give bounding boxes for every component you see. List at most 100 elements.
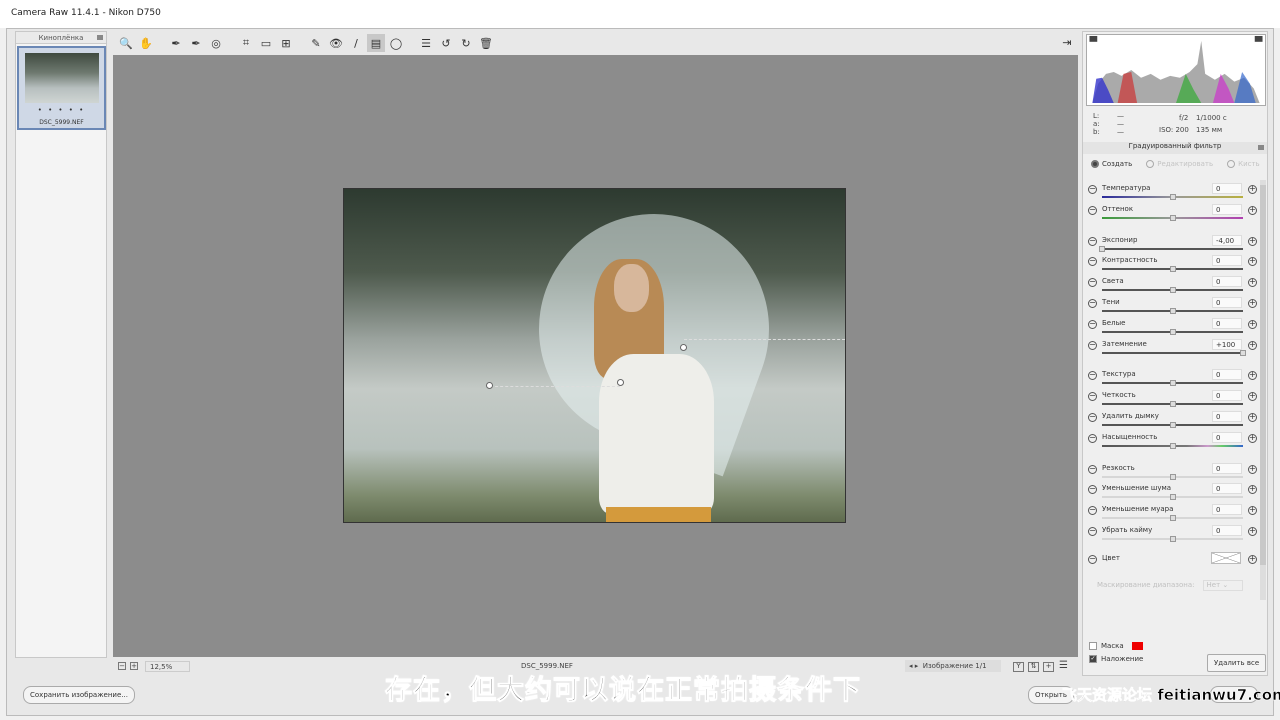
hand-icon[interactable]: ✋ xyxy=(137,34,155,52)
plus-icon[interactable]: + xyxy=(1248,433,1257,443)
slider-value-input[interactable]: 0 xyxy=(1212,525,1242,536)
plus-icon[interactable]: + xyxy=(1248,236,1257,246)
fullscreen-toggle-icon[interactable]: ⇥ xyxy=(1058,33,1076,51)
plus-icon[interactable]: + xyxy=(1248,299,1257,308)
plus-icon[interactable]: + xyxy=(1248,340,1257,350)
slider-thumb[interactable] xyxy=(1169,536,1176,542)
overlay-checkbox[interactable]: ✓ xyxy=(1089,655,1097,663)
slider-value-input[interactable]: 0 xyxy=(1212,431,1242,443)
minus-icon[interactable]: − xyxy=(1088,371,1097,381)
plus-icon[interactable]: + xyxy=(1248,464,1257,474)
range-mask-select[interactable]: Нет ⌄ xyxy=(1202,580,1243,591)
minus-icon[interactable]: − xyxy=(1088,485,1097,495)
zoom-in-button[interactable]: + xyxy=(130,662,138,670)
slider-value-input[interactable]: 0 xyxy=(1212,369,1242,381)
slider-value-input[interactable]: 0 xyxy=(1212,411,1242,422)
adjustment-brush-icon[interactable]: / xyxy=(347,34,365,52)
plus-icon[interactable]: + xyxy=(1248,278,1257,288)
slider-thumb[interactable] xyxy=(1169,287,1176,294)
zoom-level-select[interactable]: 12,5% xyxy=(145,661,190,672)
minus-icon[interactable]: − xyxy=(1088,555,1097,564)
minus-icon[interactable]: − xyxy=(1088,392,1097,402)
mask-color-swatch[interactable] xyxy=(1131,642,1143,650)
swap-before-after-icon[interactable]: ⇅ xyxy=(1028,662,1039,672)
gradient-start-handle[interactable] xyxy=(486,382,493,389)
save-image-button[interactable]: Сохранить изображение... xyxy=(23,686,135,704)
slider-value-input[interactable]: 0 xyxy=(1212,297,1242,308)
mode-radio-2[interactable]: Кисть xyxy=(1227,160,1260,168)
minus-icon[interactable]: − xyxy=(1088,236,1097,246)
plus-icon[interactable]: + xyxy=(1248,257,1257,267)
rating-dots[interactable]: • • • • • xyxy=(19,106,104,114)
minus-icon[interactable]: − xyxy=(1088,506,1097,516)
minus-icon[interactable]: − xyxy=(1088,278,1097,288)
slider-thumb[interactable] xyxy=(1169,422,1176,428)
toggle-settings-icon[interactable]: ☰ xyxy=(1059,660,1068,671)
slider-value-input[interactable]: 0 xyxy=(1212,462,1242,474)
copy-settings-icon[interactable]: + xyxy=(1043,662,1054,672)
plus-icon[interactable]: + xyxy=(1248,555,1257,564)
crop-icon[interactable]: ⌗ xyxy=(237,34,255,52)
slider-track[interactable] xyxy=(1102,351,1243,354)
minus-icon[interactable]: − xyxy=(1088,433,1097,443)
slider-thumb[interactable] xyxy=(1169,194,1176,200)
minus-icon[interactable]: − xyxy=(1088,527,1097,536)
slider-value-input[interactable]: 0 xyxy=(1212,483,1242,495)
slider-thumb[interactable] xyxy=(1099,245,1105,252)
slider-thumb[interactable] xyxy=(1240,349,1246,356)
red-eye-icon[interactable]: 👁 xyxy=(327,34,345,52)
slider-thumb[interactable] xyxy=(1169,214,1176,221)
mask-checkbox[interactable] xyxy=(1089,642,1097,650)
plus-icon[interactable]: + xyxy=(1248,527,1257,536)
plus-icon[interactable]: + xyxy=(1248,413,1257,422)
slider-thumb[interactable] xyxy=(1169,401,1176,408)
slider-thumb[interactable] xyxy=(1169,266,1176,273)
preview-photo[interactable] xyxy=(343,188,846,523)
minus-icon[interactable]: − xyxy=(1088,319,1097,329)
minus-icon[interactable]: − xyxy=(1088,464,1097,474)
slider-value-input[interactable]: 0 xyxy=(1212,276,1242,288)
white-balance-icon[interactable]: ✒ xyxy=(167,34,185,52)
image-navigator[interactable]: ◂ ▸ Изображение 1/1 xyxy=(905,660,1001,672)
slider-value-input[interactable]: +100 xyxy=(1212,338,1242,350)
slider-value-input[interactable]: 0 xyxy=(1212,183,1242,194)
mode-radio-0[interactable]: Создать xyxy=(1091,160,1132,168)
gradient-end-handle[interactable] xyxy=(680,344,687,351)
minus-icon[interactable]: − xyxy=(1088,299,1097,308)
slider-thumb[interactable] xyxy=(1169,308,1176,314)
filmstrip-thumbnail[interactable]: • • • • • DSC_5999.NEF xyxy=(17,46,106,130)
panel-scrollbar[interactable] xyxy=(1260,180,1266,600)
straighten-icon[interactable]: ▭ xyxy=(257,34,275,52)
filmstrip-menu-icon[interactable] xyxy=(97,35,103,40)
targeted-adjustment-icon[interactable]: ◎ xyxy=(207,34,225,52)
plus-icon[interactable]: + xyxy=(1248,506,1257,516)
plus-icon[interactable]: + xyxy=(1248,485,1257,495)
plus-icon[interactable]: + xyxy=(1248,185,1257,194)
plus-icon[interactable]: + xyxy=(1248,371,1257,381)
gradient-center-handle[interactable] xyxy=(617,379,624,386)
spot-removal-icon[interactable]: ✎ xyxy=(307,34,325,52)
transform-icon[interactable]: ⊞ xyxy=(277,34,295,52)
panel-menu-icon[interactable] xyxy=(1258,145,1264,150)
slider-thumb[interactable] xyxy=(1169,380,1176,387)
slider-value-input[interactable]: -4,00 xyxy=(1212,234,1242,246)
color-sampler-icon[interactable]: ✒ xyxy=(187,34,205,52)
color-swatch[interactable] xyxy=(1211,552,1241,564)
slider-thumb[interactable] xyxy=(1169,494,1176,501)
rotate-right-icon[interactable]: ↻ xyxy=(457,34,475,52)
plus-icon[interactable]: + xyxy=(1248,205,1257,215)
radial-filter-icon[interactable]: ◯ xyxy=(387,34,405,52)
clear-all-button[interactable]: Удалить все xyxy=(1207,654,1267,672)
slider-track[interactable] xyxy=(1102,247,1243,250)
slider-value-input[interactable]: 0 xyxy=(1212,203,1242,215)
slider-thumb[interactable] xyxy=(1169,473,1176,480)
zoom-out-button[interactable]: − xyxy=(118,662,126,670)
slider-value-input[interactable]: 0 xyxy=(1212,390,1242,402)
minus-icon[interactable]: − xyxy=(1088,340,1097,350)
minus-icon[interactable]: − xyxy=(1088,257,1097,267)
slider-value-input[interactable]: 0 xyxy=(1212,255,1242,267)
slider-value-input[interactable]: 0 xyxy=(1212,317,1242,329)
mode-radio-1[interactable]: Редактировать xyxy=(1146,160,1213,168)
slider-thumb[interactable] xyxy=(1169,442,1176,449)
minus-icon[interactable]: − xyxy=(1088,185,1097,194)
